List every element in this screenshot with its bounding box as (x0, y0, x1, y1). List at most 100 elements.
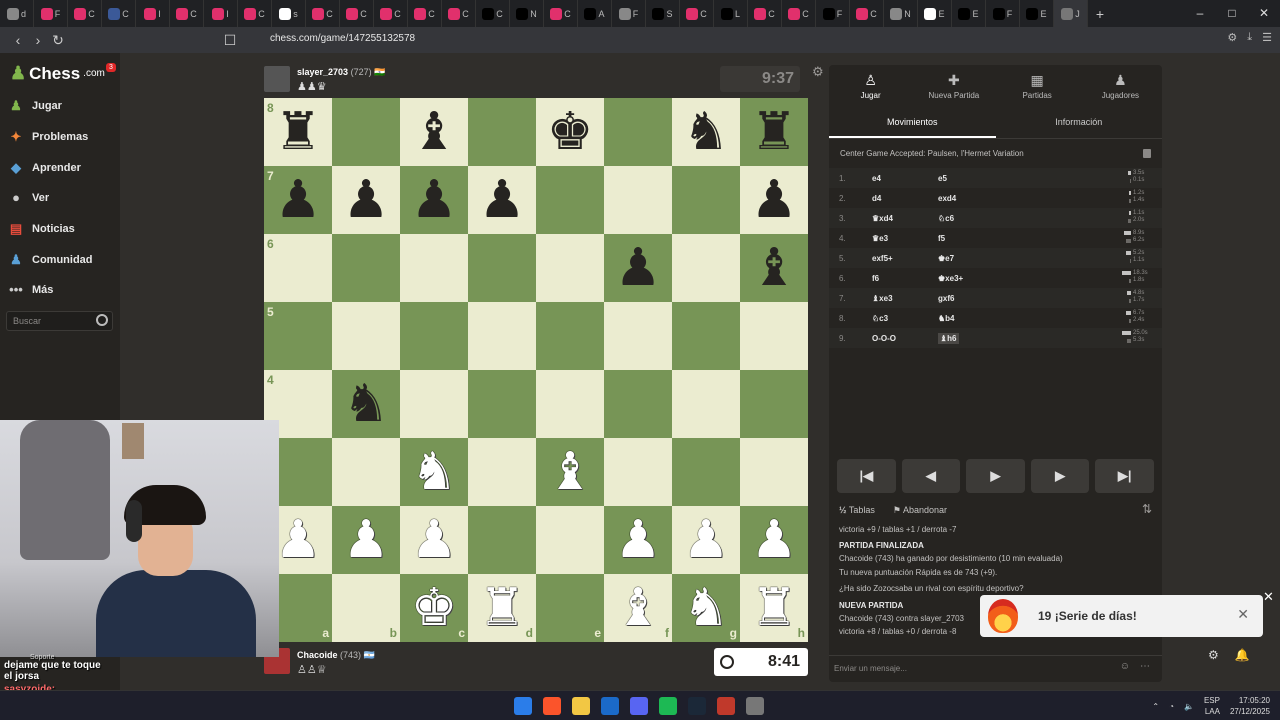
white-pawn[interactable]: ♟ (343, 514, 390, 566)
square-f5[interactable] (604, 302, 672, 370)
white-pawn[interactable]: ♟ (275, 514, 322, 566)
settings-icon[interactable]: ⚙ (1208, 648, 1219, 662)
square-g1[interactable]: ♞ g (672, 574, 740, 642)
chat-input[interactable]: Enviar un mensaje... (829, 655, 1162, 682)
square-b2[interactable]: ♟ (332, 506, 400, 574)
subtab-información[interactable]: Información (996, 109, 1163, 138)
square-e8[interactable]: ♚ (536, 98, 604, 166)
white-pawn[interactable]: ♟ (615, 514, 662, 566)
white-rook[interactable]: ♜ (751, 582, 798, 634)
square-c6[interactable] (400, 234, 468, 302)
square-e7[interactable] (536, 166, 604, 234)
black-rook[interactable]: ♜ (751, 106, 798, 158)
resign-button[interactable]: ⚑ Abandonar (893, 505, 947, 516)
square-h7[interactable]: ♟ (740, 166, 808, 234)
black-move[interactable]: ♚e7 (938, 254, 954, 263)
black-pawn[interactable]: ♟ (479, 174, 526, 226)
player-name[interactable]: Chacoide (297, 650, 338, 660)
black-move[interactable]: e5 (938, 174, 947, 183)
square-g3[interactable] (672, 438, 740, 506)
black-move[interactable]: exd4 (938, 194, 956, 203)
square-g7[interactable] (672, 166, 740, 234)
square-c2[interactable]: ♟ (400, 506, 468, 574)
browser-tab[interactable]: C (442, 0, 476, 27)
square-d4[interactable] (468, 370, 536, 438)
square-h6[interactable]: ♝ (740, 234, 808, 302)
square-h3[interactable] (740, 438, 808, 506)
chess-logo[interactable]: ♟ Chess .com (10, 63, 105, 84)
square-g8[interactable]: ♞ (672, 98, 740, 166)
black-pawn[interactable]: ♟ (275, 174, 322, 226)
square-e5[interactable] (536, 302, 604, 370)
sidebar-item-noticias[interactable]: ▤ Noticias (8, 221, 75, 237)
new-tab-button[interactable]: + (1088, 6, 1112, 22)
emoji-icon[interactable]: ☺ (1120, 661, 1130, 672)
subtab-movimientos[interactable]: Movimientos (829, 109, 996, 138)
square-g2[interactable]: ♟ (672, 506, 740, 574)
square-g4[interactable] (672, 370, 740, 438)
square-d1[interactable]: ♜ d (468, 574, 536, 642)
clock-time[interactable]: 17:05:20 (1239, 696, 1270, 705)
black-move[interactable]: ♝h6 (938, 333, 959, 344)
black-bishop[interactable]: ♝ (751, 242, 798, 294)
browser-tab[interactable]: s (272, 0, 306, 27)
menu-icon[interactable]: ☰ (1262, 31, 1272, 44)
first-move-button[interactable]: |◀ (837, 459, 896, 493)
reload-icon[interactable]: ↻ (48, 32, 68, 49)
browser-tab[interactable]: C (408, 0, 442, 27)
browser-tab[interactable]: C (238, 0, 272, 27)
square-e1[interactable]: e (536, 574, 604, 642)
language[interactable]: ESP (1204, 696, 1220, 705)
forward-icon[interactable]: › (28, 32, 48, 48)
opponent-name[interactable]: slayer_2703 (297, 67, 348, 77)
square-a8[interactable]: ♜ 8 (264, 98, 332, 166)
browser-tab[interactable]: C (748, 0, 782, 27)
browser-tab[interactable]: E (1020, 0, 1054, 27)
square-b7[interactable]: ♟ (332, 166, 400, 234)
browser-tab[interactable]: d (0, 0, 34, 27)
browser-tab[interactable]: S (646, 0, 680, 27)
square-f6[interactable]: ♟ (604, 234, 672, 302)
square-g6[interactable] (672, 234, 740, 302)
taskbar-app-icon[interactable] (543, 697, 561, 715)
next-move-button[interactable]: ▶ (1030, 459, 1090, 493)
black-king[interactable]: ♚ (547, 106, 594, 158)
tab-partidas[interactable]: ▦ Partidas (996, 65, 1079, 107)
white-move[interactable]: exf5+ (872, 254, 893, 263)
more-icon[interactable]: ⋯ (1140, 661, 1150, 672)
bookmark-icon[interactable]: ☐ (220, 32, 240, 49)
white-knight[interactable]: ♞ (411, 446, 458, 498)
square-a6[interactable]: 6 (264, 234, 332, 302)
square-c1[interactable]: ♚ c (400, 574, 468, 642)
square-d5[interactable] (468, 302, 536, 370)
square-a5[interactable]: 5 (264, 302, 332, 370)
sidebar-item-problemas[interactable]: ✦ Problemas (8, 129, 89, 145)
browser-tab[interactable]: E (918, 0, 952, 27)
browser-tab[interactable]: C (476, 0, 510, 27)
square-e6[interactable] (536, 234, 604, 302)
search-input[interactable]: Buscar (6, 311, 113, 331)
black-move[interactable]: f5 (938, 234, 945, 243)
browser-tab[interactable]: N (884, 0, 918, 27)
close-overlay-icon[interactable]: ✕ (1263, 589, 1274, 605)
square-c7[interactable]: ♟ (400, 166, 468, 234)
browser-tab[interactable]: C (170, 0, 204, 27)
taskbar-app-icon[interactable] (659, 697, 677, 715)
black-bishop[interactable]: ♝ (411, 106, 458, 158)
square-h8[interactable]: ♜ (740, 98, 808, 166)
black-move[interactable]: ♚xe3+ (938, 274, 963, 283)
square-h5[interactable] (740, 302, 808, 370)
white-move[interactable]: e4 (872, 174, 881, 183)
url-text[interactable]: chess.com/game/147255132578 (270, 33, 415, 44)
sidebar-item-jugar[interactable]: ♟ Jugar (8, 98, 62, 114)
tab-jugadores[interactable]: ♟ Jugadores (1079, 65, 1162, 107)
taskbar-app-icon[interactable] (717, 697, 735, 715)
square-d7[interactable]: ♟ (468, 166, 536, 234)
square-d8[interactable] (468, 98, 536, 166)
browser-tab[interactable]: C (68, 0, 102, 27)
white-move[interactable]: f6 (872, 274, 879, 283)
square-c5[interactable] (400, 302, 468, 370)
tray-up-icon[interactable]: ⌃ (1152, 702, 1159, 711)
bell-icon[interactable]: 🔔 (1235, 648, 1250, 662)
taskbar-app-icon[interactable] (630, 697, 648, 715)
